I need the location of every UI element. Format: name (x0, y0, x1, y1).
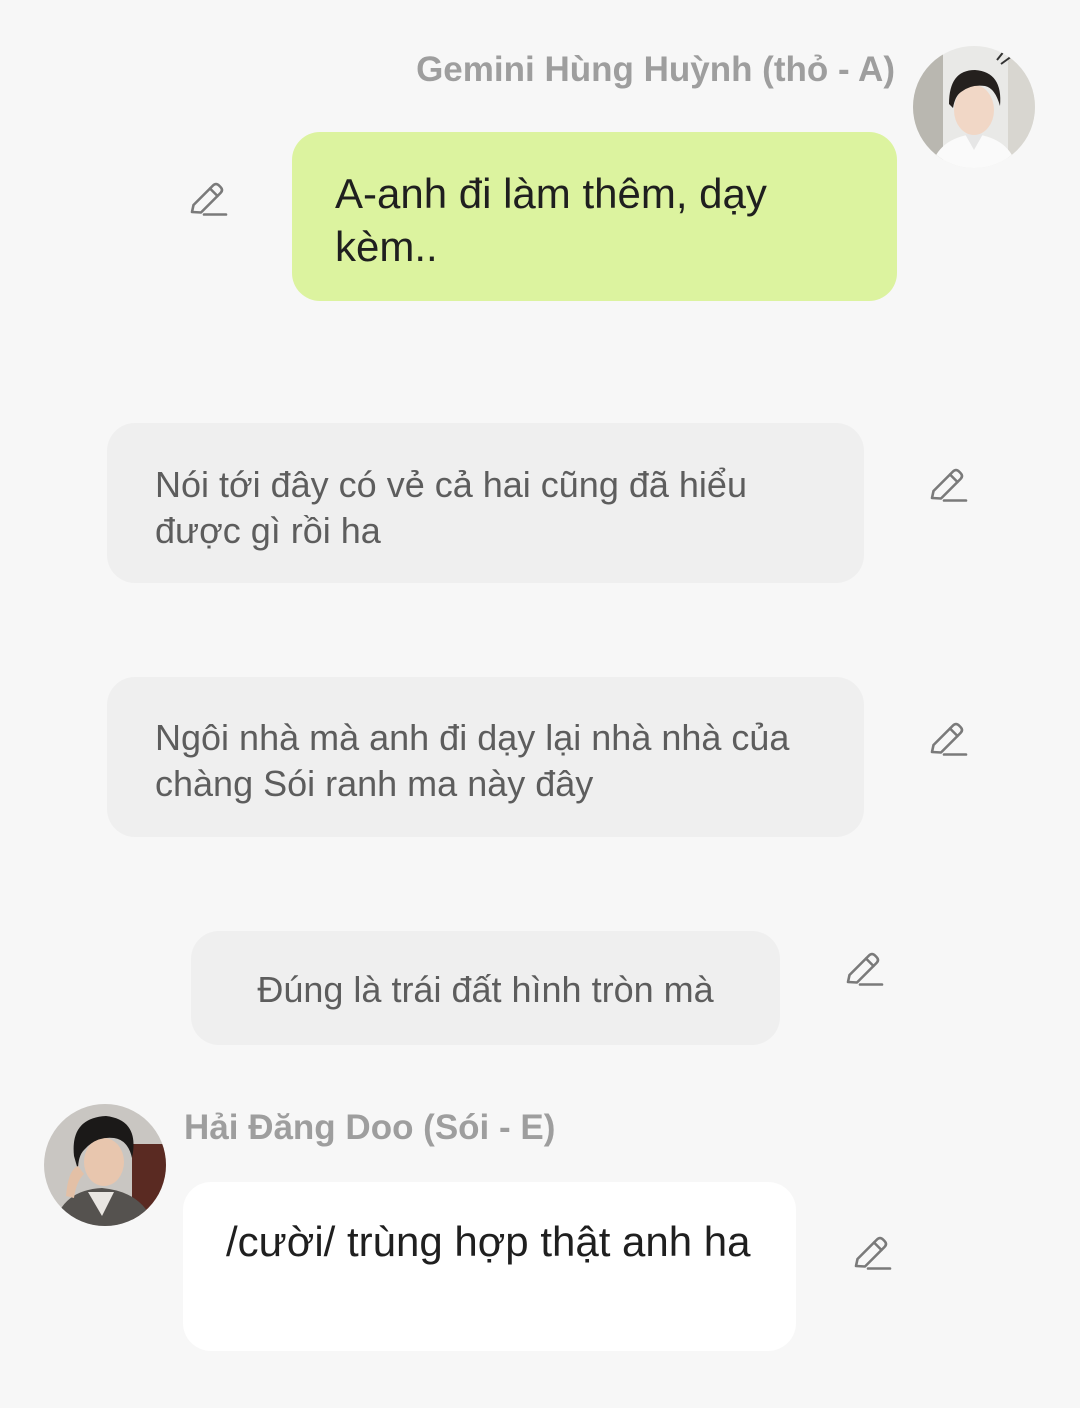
narration-bubble[interactable]: Nói tới đây có vẻ cả hai cũng đã hiểu đư… (107, 423, 864, 583)
edit-icon[interactable] (926, 464, 970, 508)
edit-icon[interactable] (926, 718, 970, 762)
edit-icon[interactable] (850, 1232, 894, 1276)
message-text: A-anh đi làm thêm, dạy kèm.. (335, 170, 767, 270)
narration-text: Ngôi nhà mà anh đi dạy lại nhà nhà của c… (155, 717, 790, 804)
avatar-hai-dang-image (44, 1104, 166, 1226)
edit-icon[interactable] (186, 178, 230, 222)
edit-icon[interactable] (842, 948, 886, 992)
narration-text: Đúng là trái đất hình tròn mà (257, 969, 714, 1010)
message-bubble-own[interactable]: A-anh đi làm thêm, dạy kèm.. (292, 132, 897, 301)
narration-bubble[interactable]: Ngôi nhà mà anh đi dạy lại nhà nhà của c… (107, 677, 864, 837)
message-text: /cười/ trùng hợp thật anh ha (226, 1218, 751, 1265)
message-bubble-other[interactable]: /cười/ trùng hợp thật anh ha (183, 1182, 796, 1351)
avatar-gemini-image (913, 46, 1035, 168)
sender-name-gemini: Gemini Hùng Huỳnh (thỏ - A) (416, 50, 895, 89)
avatar-hai-dang[interactable] (44, 1104, 166, 1226)
narration-bubble[interactable]: Đúng là trái đất hình tròn mà (191, 931, 780, 1045)
sender-name-hai-dang: Hải Đăng Doo (Sói - E) (184, 1108, 556, 1147)
avatar-gemini[interactable] (913, 46, 1035, 168)
narration-text: Nói tới đây có vẻ cả hai cũng đã hiểu đư… (155, 464, 747, 551)
